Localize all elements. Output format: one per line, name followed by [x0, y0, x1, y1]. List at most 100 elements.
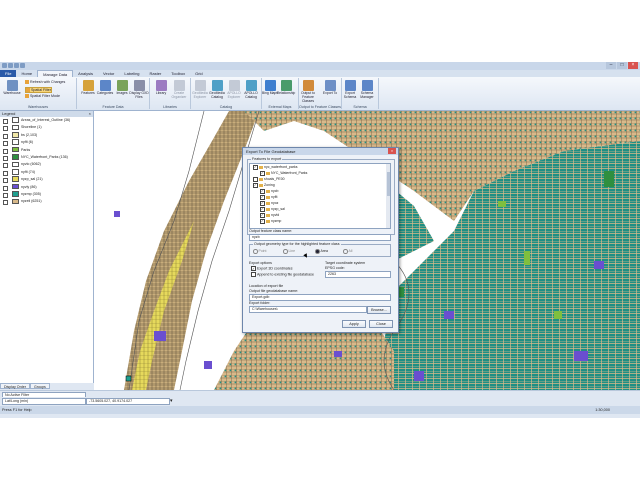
legend-item[interactable]: Shoreline (1): [0, 124, 93, 132]
relationship-button[interactable]: Relationship: [275, 80, 297, 96]
browse-button[interactable]: Browse...: [367, 306, 391, 314]
warehouse-button[interactable]: Warehouse: [1, 80, 23, 96]
legend-visibility-checkbox[interactable]: [3, 133, 8, 139]
tab-home[interactable]: Home: [16, 70, 37, 77]
tree-item-checkbox[interactable]: ✓: [260, 188, 265, 194]
coordinate-dropdown-icon[interactable]: ▾: [170, 398, 173, 404]
legend-item[interactable]: nyzmp (305): [0, 191, 93, 198]
tree-item-label: nyc_waterfront_parks: [264, 165, 298, 169]
tree-item-checkbox[interactable]: ✓: [253, 164, 258, 170]
tab-grid[interactable]: Grid: [190, 70, 208, 77]
ribbon-group-warehouses: Warehouse Refresh with Changes Spatial F…: [0, 78, 77, 109]
tree-item-label: shoals_PE00: [264, 177, 285, 181]
legend-item[interactable]: nyvly (86): [0, 183, 93, 191]
geometry-radio[interactable]: Line: [283, 249, 295, 254]
ribbon-tabs: File Home Manage Data Analysis Vector La…: [0, 70, 640, 77]
geomedia-catalog-icon: [211, 80, 223, 91]
geometry-radio[interactable]: Point: [253, 249, 266, 254]
qat-save-icon[interactable]: [2, 63, 7, 68]
legend-item[interactable]: nyflt (74): [0, 169, 93, 176]
legend-visibility-checkbox[interactable]: [3, 170, 8, 176]
coordinate-system-dropdown[interactable]: Lat/Long (min): [2, 398, 86, 405]
display-gxd-files-button[interactable]: Display GXD Files: [128, 80, 150, 100]
tree-item-checkbox[interactable]: ✓: [260, 212, 265, 218]
maximize-button[interactable]: □: [617, 62, 627, 69]
legend-item[interactable]: Areas_of_Interest_Outline (36): [0, 117, 93, 124]
tree-item-label: nyzp_sal: [271, 207, 285, 211]
tab-manage-data[interactable]: Manage Data: [37, 70, 74, 77]
legend-item[interactable]: nyflt (6): [0, 139, 93, 147]
gxd-files-icon: [133, 80, 145, 91]
feature-class-icon: [266, 195, 270, 199]
legend-item[interactable]: Parks: [0, 146, 93, 154]
export-to-button[interactable]: Export To: [319, 80, 341, 96]
legend-item-label: nyzp_sal (21): [21, 177, 43, 182]
qat-redo-icon[interactable]: [14, 63, 19, 68]
tree-item[interactable]: ✓ nyzmp: [250, 218, 390, 224]
append-checkbox[interactable]: Append to existing file geodatabase: [251, 272, 314, 277]
map-scale: 1:30,000: [595, 408, 610, 412]
dialog-close-icon[interactable]: ×: [388, 148, 396, 154]
spatial-filter-button[interactable]: Spatial Filter: [25, 87, 52, 94]
tree-item-label: NYC_Waterfront_Parks: [271, 171, 308, 175]
legend-swatch-icon: [12, 169, 19, 175]
legend-visibility-checkbox[interactable]: [3, 141, 8, 147]
legend-visibility-checkbox[interactable]: [3, 148, 8, 154]
tree-item-checkbox[interactable]: ✓: [260, 170, 265, 176]
coordinate-readout[interactable]: -73.5605.027, 40.9174.027: [86, 398, 170, 405]
geometry-radio[interactable]: Area: [315, 249, 328, 254]
minimize-button[interactable]: –: [606, 62, 616, 69]
legend-item[interactable]: NYC_Waterfront_Parks (136): [0, 154, 93, 161]
output-name-input[interactable]: nyzb: [249, 234, 391, 241]
export-folder-input[interactable]: C:\Warehouses\: [249, 306, 367, 313]
legend-visibility-checkbox[interactable]: [3, 119, 8, 124]
tree-item-checkbox[interactable]: ✓: [260, 206, 265, 212]
tab-display-order[interactable]: Display Order: [0, 383, 30, 389]
tab-toolbox[interactable]: Toolbox: [166, 70, 190, 77]
legend-visibility-checkbox[interactable]: [3, 178, 8, 184]
tab-vector[interactable]: Vector: [98, 70, 119, 77]
apply-button[interactable]: Apply: [342, 320, 366, 328]
tab-file[interactable]: File: [0, 70, 17, 77]
create-organizer-button[interactable]: Create Organizer: [168, 80, 190, 100]
qat-undo-icon[interactable]: [8, 63, 13, 68]
tab-analysis[interactable]: Analysis: [73, 70, 98, 77]
bing-maps-icon: [264, 80, 276, 91]
tree-item-checkbox[interactable]: [253, 176, 258, 182]
export-3d-checkbox[interactable]: ✓ Export 3D coordinates: [251, 266, 293, 271]
legend-visibility-checkbox[interactable]: [3, 163, 8, 169]
tree-item-checkbox[interactable]: ✓: [260, 200, 265, 206]
tree-item-label: nyvld: [271, 213, 280, 217]
epsg-input[interactable]: 2263: [325, 271, 391, 278]
close-window-button[interactable]: ×: [628, 62, 638, 69]
schema-manager-button[interactable]: Schema Manager: [356, 80, 378, 100]
legend-item[interactable]: nyvlo (6062): [0, 161, 93, 169]
legend-visibility-checkbox[interactable]: [3, 126, 8, 132]
output-to-feature-classes-button[interactable]: Output to Feature Classes: [297, 80, 319, 103]
legend-visibility-checkbox[interactable]: [3, 192, 8, 198]
legend-visibility-checkbox[interactable]: [3, 155, 8, 161]
tree-item-checkbox[interactable]: ✓: [260, 194, 265, 200]
refresh-with-changes-button[interactable]: Refresh with Changes: [25, 80, 65, 85]
close-button[interactable]: Close: [369, 320, 393, 328]
tree-item-checkbox[interactable]: ✓: [253, 182, 258, 188]
gdb-name-input[interactable]: Export.gdb: [249, 294, 391, 301]
legend-item[interactable]: bs (2,103): [0, 132, 93, 139]
legend-visibility-checkbox[interactable]: [3, 200, 8, 206]
legend-item[interactable]: nyzp_sal (21): [0, 176, 93, 184]
legend-item-label: Shoreline (1): [21, 125, 42, 130]
feature-class-icon: [259, 177, 263, 181]
legend-visibility-checkbox[interactable]: [3, 185, 8, 191]
feature-tree-scrollbar[interactable]: [386, 164, 390, 228]
qat-customize-icon[interactable]: [20, 63, 25, 68]
library-icon: [155, 80, 167, 91]
feature-tree[interactable]: ✓ nyc_waterfront_parks ✓ NYC_Waterfront_Par…: [249, 163, 391, 229]
legend-list: Areas_of_Interest_Outline (36) Shoreline …: [0, 117, 93, 206]
tree-item-checkbox[interactable]: ✓: [260, 218, 265, 224]
spatial-filter-mode-dropdown[interactable]: Spatial Filter Mode: [25, 94, 60, 99]
legend-item[interactable]: nyzeil (6251): [0, 198, 93, 206]
tab-groups[interactable]: Groups: [29, 383, 50, 389]
geometry-radio[interactable]: All: [343, 249, 352, 254]
tab-labeling[interactable]: Labeling: [119, 70, 144, 77]
tab-raster[interactable]: Raster: [145, 70, 167, 77]
